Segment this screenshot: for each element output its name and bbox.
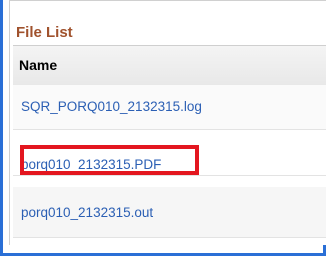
file-list-panel: File List Name SQR_PORQ010_2132315.log p…	[9, 0, 326, 245]
file-link-log[interactable]: SQR_PORQ010_2132315.log	[21, 99, 202, 114]
window-frame: File List Name SQR_PORQ010_2132315.log p…	[0, 0, 326, 256]
file-link-out[interactable]: porq010_2132315.out	[21, 205, 153, 220]
column-header-name: Name	[19, 57, 58, 73]
table-header: Name	[13, 45, 326, 87]
pdf-highlight-box	[20, 145, 199, 175]
file-list-title: File List	[16, 24, 73, 41]
table-row: SQR_PORQ010_2132315.log	[13, 85, 326, 130]
table-row: porq010_2132315.out	[13, 187, 326, 238]
